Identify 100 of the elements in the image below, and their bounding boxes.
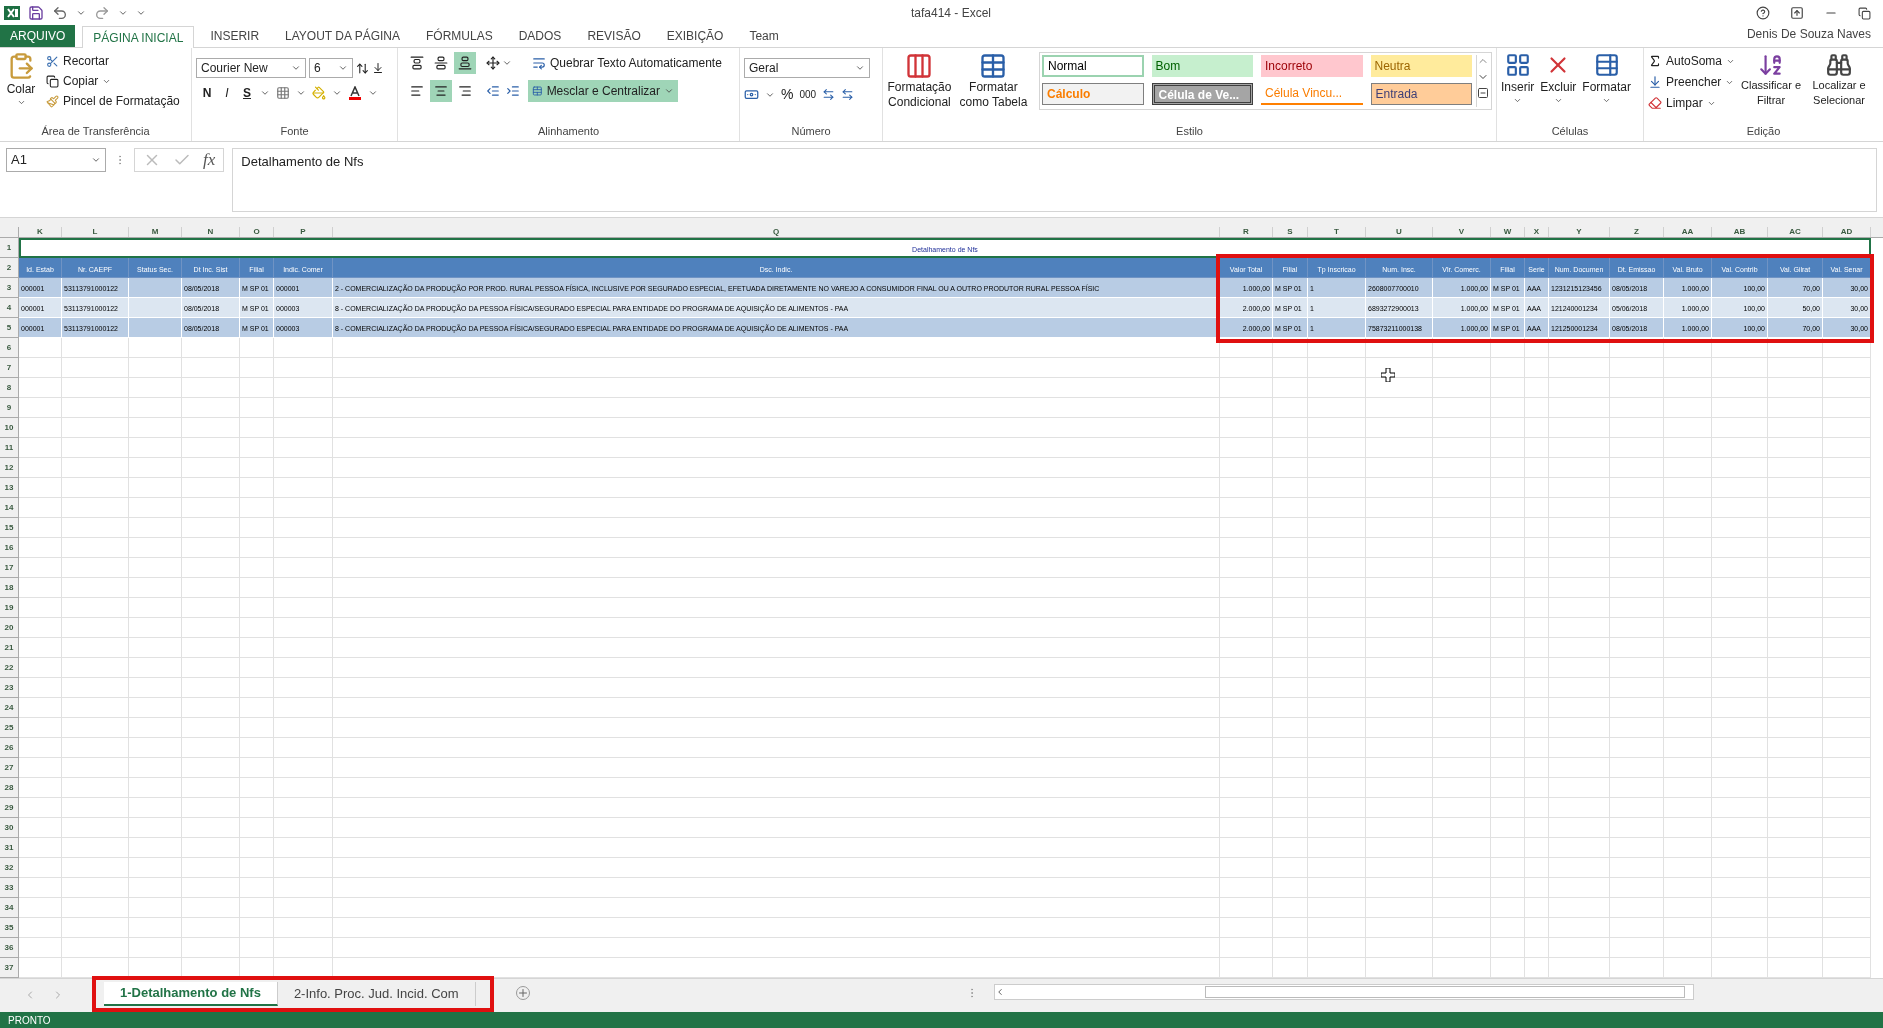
save-icon[interactable] xyxy=(28,5,44,21)
column-header[interactable]: K xyxy=(19,227,62,237)
cell-style-button[interactable]: Entrada xyxy=(1370,83,1472,105)
insert-button[interactable]: Inserir xyxy=(1501,52,1535,105)
decimal-decrease-icon[interactable] xyxy=(841,88,855,101)
ribbon-tab[interactable]: REVISÃO xyxy=(577,25,651,47)
row-header[interactable]: 25 xyxy=(0,718,19,738)
column-header[interactable]: Y xyxy=(1549,227,1610,237)
row-header[interactable]: 21 xyxy=(0,638,19,658)
column-header[interactable]: AD xyxy=(1823,227,1871,237)
column-header[interactable]: M xyxy=(129,227,182,237)
ribbon-tab[interactable]: DADOS xyxy=(508,25,572,47)
font-size-dropdown[interactable]: 6 xyxy=(309,58,353,78)
caret-icon[interactable] xyxy=(296,88,306,98)
row-header[interactable]: 6 xyxy=(0,338,19,358)
column-header[interactable]: T xyxy=(1308,227,1366,237)
caret-icon[interactable] xyxy=(332,88,342,98)
sheet-tab[interactable]: 1-Detalhamento de Nfs xyxy=(104,982,278,1006)
ribbon-tab[interactable]: INSERIR xyxy=(200,25,270,47)
caret-icon[interactable] xyxy=(260,88,270,98)
caret-icon[interactable] xyxy=(16,98,26,107)
borders-icon[interactable] xyxy=(276,86,290,100)
increase-indent-icon[interactable] xyxy=(506,84,520,98)
row-header[interactable]: 37 xyxy=(0,958,19,978)
caret-icon[interactable] xyxy=(855,63,865,73)
row-header[interactable]: 36 xyxy=(0,938,19,958)
sheet-tab[interactable]: 2-Info. Proc. Jud. Incid. Com xyxy=(277,982,476,1006)
ribbon-tab[interactable]: Team xyxy=(739,25,789,47)
column-header[interactable]: U xyxy=(1366,227,1433,237)
column-header[interactable]: W xyxy=(1491,227,1525,237)
row-header[interactable]: 29 xyxy=(0,798,19,818)
caret-icon[interactable] xyxy=(502,58,512,68)
italic-button[interactable]: I xyxy=(220,84,234,102)
delete-button[interactable]: Excluir xyxy=(1540,52,1577,105)
restore-icon[interactable] xyxy=(1858,6,1871,20)
row-header[interactable]: 10 xyxy=(0,418,19,438)
column-header[interactable]: Z xyxy=(1610,227,1664,237)
cut-button[interactable]: Recortar xyxy=(46,52,180,70)
paste-button[interactable]: Colar xyxy=(4,52,38,110)
vertical-align-button[interactable] xyxy=(454,52,476,74)
decrease-indent-icon[interactable] xyxy=(486,84,500,98)
caret-icon[interactable] xyxy=(76,8,86,18)
more-styles-icon[interactable] xyxy=(1477,87,1489,99)
fill-button[interactable]: Preencher xyxy=(1648,73,1736,91)
fill-color-icon[interactable] xyxy=(312,86,326,100)
caret-icon[interactable] xyxy=(1553,96,1563,105)
undo-icon[interactable] xyxy=(52,5,68,21)
row-header[interactable]: 7 xyxy=(0,358,19,378)
ribbon-tab[interactable]: PÁGINA INICIAL xyxy=(82,26,195,48)
column-header[interactable]: AA xyxy=(1664,227,1712,237)
number-format-dropdown[interactable]: Geral xyxy=(744,58,870,78)
cell-style-button[interactable]: Bom xyxy=(1151,55,1253,77)
horizontal-scrollbar[interactable] xyxy=(993,984,1694,1000)
font-name-dropdown[interactable]: Courier New xyxy=(196,58,306,78)
orientation-icon[interactable] xyxy=(486,56,500,70)
underline-button[interactable]: S xyxy=(240,84,254,102)
column-header[interactable]: S xyxy=(1273,227,1308,237)
row-header[interactable]: 24 xyxy=(0,698,19,718)
row-header[interactable]: 14 xyxy=(0,498,19,518)
sort-filter-button[interactable]: Classificar e Filtrar xyxy=(1739,52,1804,112)
horizontal-align-button[interactable] xyxy=(430,80,452,102)
percent-button[interactable]: % xyxy=(781,84,794,105)
shrink-font-icon[interactable] xyxy=(372,62,384,74)
row-header[interactable]: 11 xyxy=(0,438,19,458)
row-header[interactable]: 28 xyxy=(0,778,19,798)
row-header[interactable]: 18 xyxy=(0,578,19,598)
decimal-increase-icon[interactable] xyxy=(822,88,836,101)
clear-button[interactable]: Limpar xyxy=(1648,94,1736,112)
ribbon-tab[interactable]: FÓRMULAS xyxy=(416,25,503,47)
row-header[interactable]: 3 xyxy=(0,278,19,298)
row-header[interactable]: 4 xyxy=(0,298,19,318)
cell-style-button[interactable]: Incorreto xyxy=(1261,55,1363,77)
caret-icon[interactable] xyxy=(338,63,348,73)
format-painter-button[interactable]: Pincel de Formatação xyxy=(46,92,180,110)
row-header[interactable]: 8 xyxy=(0,378,19,398)
row-header[interactable]: 19 xyxy=(0,598,19,618)
row-header[interactable]: 33 xyxy=(0,878,19,898)
row-header[interactable]: 32 xyxy=(0,858,19,878)
column-header[interactable]: AB xyxy=(1712,227,1768,237)
format-as-table-button[interactable]: Formatar como Tabela xyxy=(955,52,1031,110)
row-header[interactable]: 1 xyxy=(0,238,19,258)
caret-icon[interactable] xyxy=(1513,96,1523,105)
column-header[interactable]: V xyxy=(1433,227,1491,237)
row-header[interactable]: 31 xyxy=(0,838,19,858)
row-header[interactable]: 23 xyxy=(0,678,19,698)
row-header[interactable]: 27 xyxy=(0,758,19,778)
autosum-button[interactable]: AutoSoma xyxy=(1648,52,1736,70)
row-header[interactable]: 12 xyxy=(0,458,19,478)
row-header[interactable]: 22 xyxy=(0,658,19,678)
row-header[interactable]: 5 xyxy=(0,318,19,338)
row-header[interactable]: 13 xyxy=(0,478,19,498)
conditional-formatting-button[interactable]: Formatação Condicional xyxy=(887,52,952,110)
column-header[interactable]: R xyxy=(1220,227,1273,237)
formula-field[interactable]: Detalhamento de Nfs xyxy=(232,148,1877,212)
row-header[interactable]: 35 xyxy=(0,918,19,938)
row-header[interactable]: 15 xyxy=(0,518,19,538)
bold-button[interactable]: N xyxy=(200,84,214,102)
find-select-button[interactable]: Localizar e Selecionar xyxy=(1807,52,1872,112)
row-header[interactable]: 34 xyxy=(0,898,19,918)
column-header[interactable]: AC xyxy=(1768,227,1823,237)
